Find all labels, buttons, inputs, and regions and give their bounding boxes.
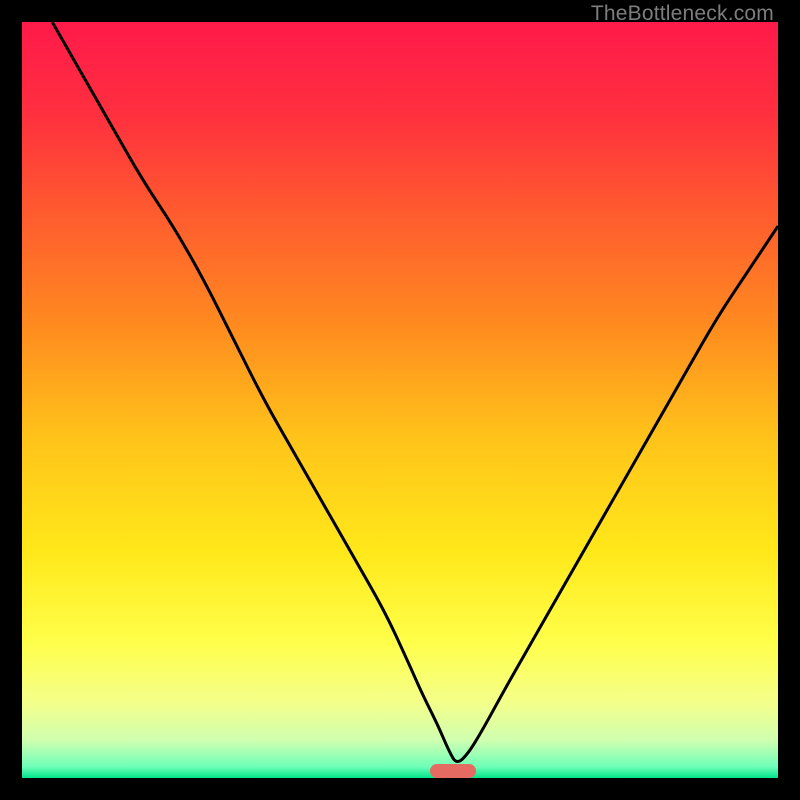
chart-frame: [22, 22, 778, 778]
optimal-point-marker: [430, 764, 476, 778]
gradient-background: [22, 22, 778, 778]
watermark-text: TheBottleneck.com: [591, 2, 774, 26]
bottleneck-chart: [22, 22, 778, 778]
